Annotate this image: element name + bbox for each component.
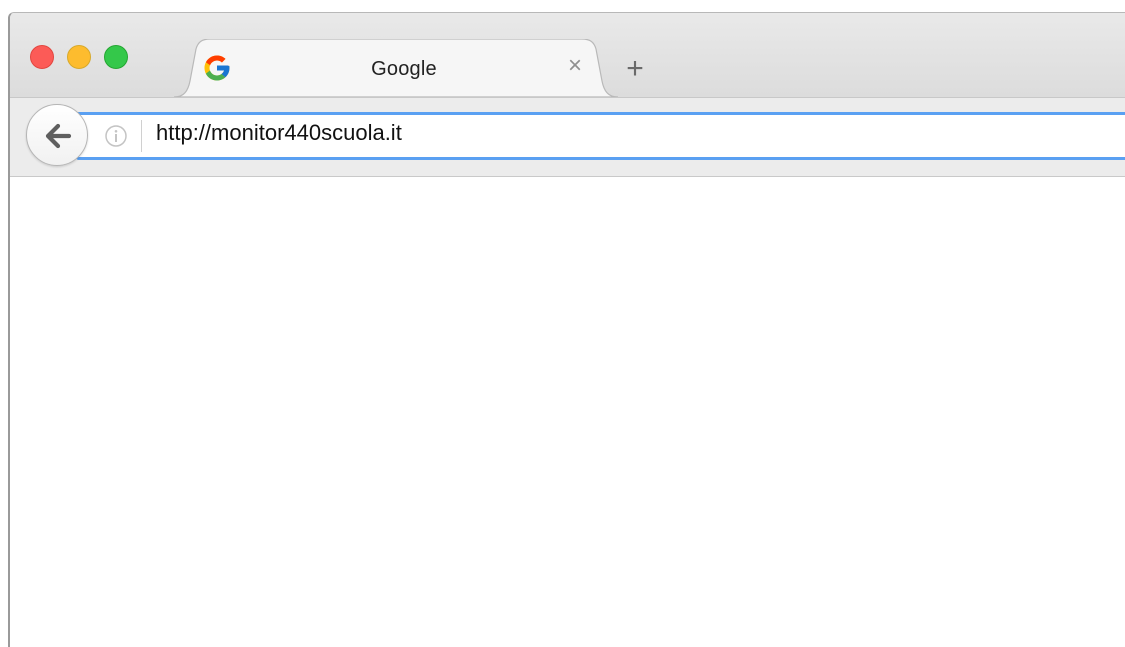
tab-bar: Google × + bbox=[10, 13, 1125, 97]
url-text[interactable]: http://monitor440scuola.it bbox=[156, 120, 402, 146]
navigation-toolbar: http://monitor440scuola.it bbox=[10, 97, 1125, 177]
minimize-window-button[interactable] bbox=[67, 45, 91, 69]
maximize-window-button[interactable] bbox=[104, 45, 128, 69]
info-icon[interactable] bbox=[104, 124, 128, 148]
browser-window: Google × + http://monitor440scuola.it bbox=[8, 12, 1125, 647]
google-g-icon bbox=[204, 55, 230, 81]
arrow-left-icon bbox=[45, 123, 72, 149]
back-button[interactable] bbox=[26, 104, 88, 166]
screen: Google × + http://monitor440scuola.it bbox=[0, 0, 1125, 647]
close-window-button[interactable] bbox=[30, 45, 54, 69]
desktop-strip bbox=[0, 0, 1125, 12]
page-content bbox=[10, 177, 1125, 647]
new-tab-button[interactable]: + bbox=[622, 54, 648, 84]
tab-title: Google bbox=[371, 58, 437, 80]
tab-google[interactable]: Google × bbox=[174, 39, 618, 97]
url-separator bbox=[141, 120, 142, 152]
tab-close-icon[interactable]: × bbox=[564, 54, 586, 78]
